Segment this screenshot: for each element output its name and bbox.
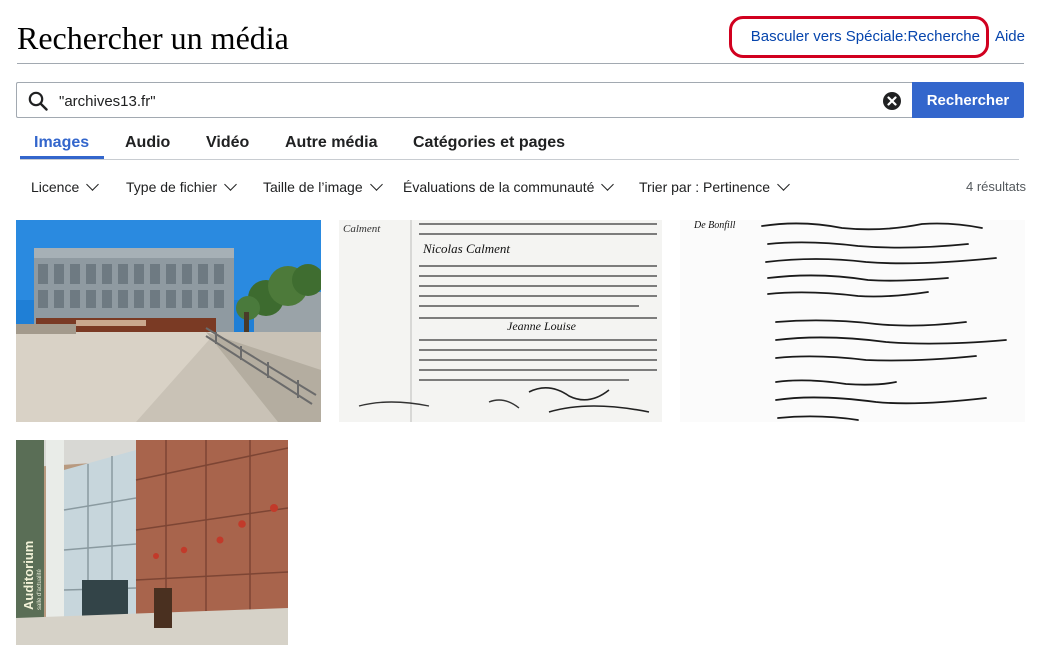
tab-label: Images: [34, 134, 90, 151]
search-icon: [28, 91, 48, 111]
manuscript-heading: De Bonfill: [693, 220, 736, 231]
tab-other-media[interactable]: Autre média: [285, 134, 377, 160]
page-title: Rechercher un média: [17, 20, 289, 56]
filter-file-type[interactable]: Type de fichier: [126, 178, 237, 195]
title-divider: [17, 63, 1024, 64]
document-name-line: Jeanne Louise: [507, 319, 577, 333]
results-count: 4 résultats: [966, 179, 1026, 194]
handwritten-manuscript-scan: De Bonfill: [680, 220, 1025, 422]
tabs-divider: [20, 159, 1019, 160]
search-button[interactable]: Rechercher: [912, 82, 1024, 118]
civil-record-scan: Calment Nicolas Calment Jeanne Louise: [339, 220, 662, 422]
filter-license[interactable]: Licence: [31, 178, 100, 195]
filter-label: Licence: [31, 179, 80, 195]
search-input[interactable]: [59, 90, 859, 112]
tab-audio[interactable]: Audio: [125, 134, 170, 160]
chevron-down-icon: [369, 178, 383, 191]
filter-bar: Licence Type de fichier Taille de l’imag…: [31, 178, 1026, 197]
tab-label: Audio: [125, 134, 171, 151]
filter-label: Évaluations de la communauté: [403, 179, 595, 195]
filter-community-ratings[interactable]: Évaluations de la communauté: [403, 178, 615, 195]
auditorium-sign: Auditorium: [21, 541, 36, 610]
image-result-3[interactable]: De Bonfill: [680, 220, 1025, 422]
tab-label: Vidéo: [206, 134, 250, 151]
sort-label: Trier par : Pertinence: [639, 179, 770, 195]
help-link[interactable]: Aide: [995, 28, 1025, 45]
filter-image-size[interactable]: Taille de l’image: [263, 178, 383, 195]
chevron-down-icon: [777, 178, 790, 191]
chevron-down-icon: [601, 178, 615, 191]
filter-label: Taille de l’image: [263, 179, 363, 195]
image-result-2[interactable]: Calment Nicolas Calment Jeanne Louise: [339, 220, 662, 422]
highlight-annotation: [729, 16, 989, 58]
margin-name: Calment: [343, 223, 381, 235]
document-name-line: Nicolas Calment: [422, 241, 510, 256]
image-result-1[interactable]: [16, 220, 321, 422]
tab-categories-pages[interactable]: Catégories et pages: [413, 134, 565, 160]
auditorium-sign-sub: salle d'actualité: [37, 569, 43, 611]
search-box[interactable]: [16, 82, 912, 118]
tab-video[interactable]: Vidéo: [206, 134, 249, 160]
filter-label: Type de fichier: [126, 179, 218, 195]
tab-label: Catégories et pages: [413, 134, 566, 151]
clear-icon[interactable]: [882, 91, 902, 111]
tab-label: Autre média: [285, 134, 378, 151]
building-interior-photo: Auditorium salle d'actualité: [16, 440, 288, 645]
archives-building-photo: [16, 220, 321, 422]
chevron-down-icon: [86, 178, 100, 191]
chevron-down-icon: [224, 178, 237, 191]
media-type-tabs: Images Audio Vidéo Autre média Catégorie…: [20, 134, 1020, 160]
sort-selector[interactable]: Trier par : Pertinence: [639, 178, 790, 195]
image-result-4[interactable]: Auditorium salle d'actualité: [16, 440, 288, 645]
